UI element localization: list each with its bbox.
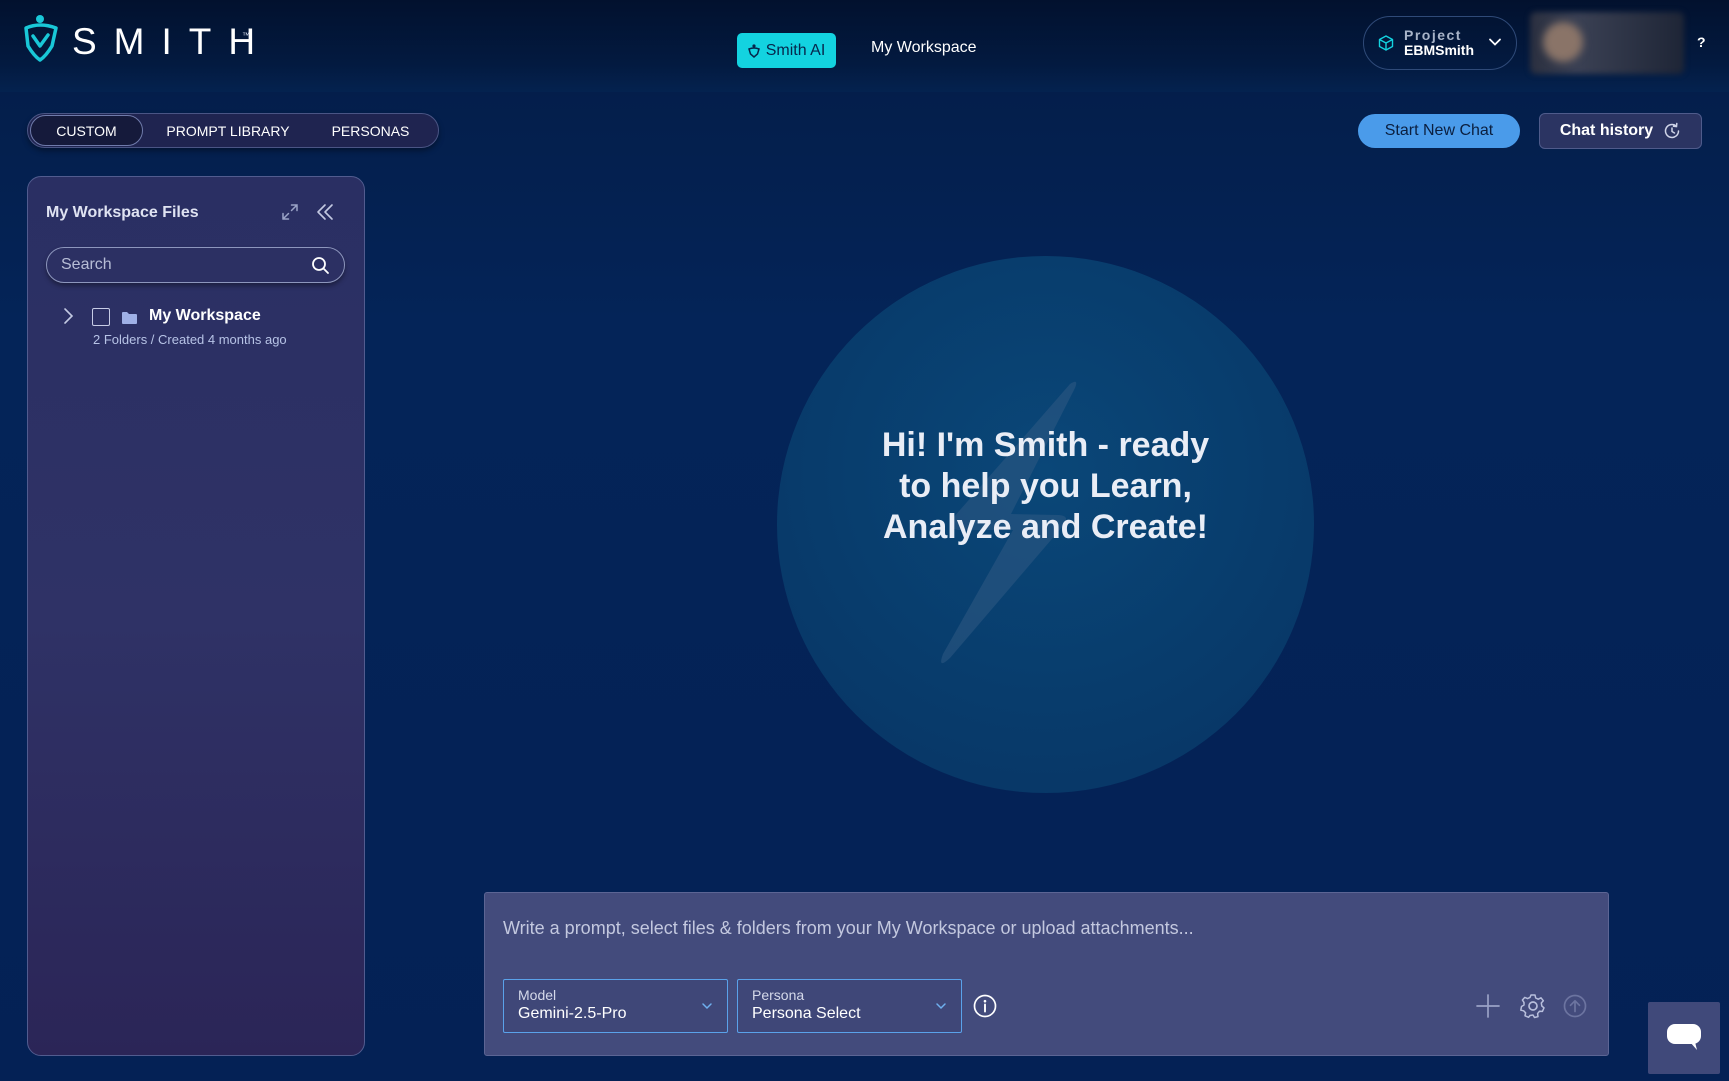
- tab-prompt-library[interactable]: PROMPT LIBRARY: [143, 115, 313, 146]
- gear-icon[interactable]: [1520, 993, 1546, 1019]
- history-icon: [1664, 122, 1680, 139]
- info-icon[interactable]: [973, 994, 997, 1018]
- search-icon[interactable]: [311, 256, 330, 275]
- project-selector[interactable]: Project EBMSmith: [1363, 16, 1517, 70]
- smith-ai-icon: [747, 43, 760, 58]
- folder-icon: [122, 312, 137, 324]
- brand-logo[interactable]: SMITH ™: [24, 14, 272, 66]
- chat-bubble-icon: [1667, 1024, 1701, 1050]
- start-new-chat-button[interactable]: Start New Chat: [1358, 114, 1520, 148]
- panel-title: My Workspace Files: [46, 204, 199, 221]
- tree-item-meta: 2 Folders / Created 4 months ago: [93, 332, 287, 347]
- chat-history-button[interactable]: Chat history: [1539, 113, 1702, 149]
- workspace-checkbox[interactable]: [92, 308, 110, 326]
- tree-item-name[interactable]: My Workspace: [149, 307, 261, 325]
- prompt-input[interactable]: [503, 913, 1593, 943]
- chevron-right-icon[interactable]: [62, 307, 74, 325]
- tab-personas[interactable]: PERSONAS: [313, 115, 428, 146]
- expand-icon[interactable]: [281, 203, 299, 221]
- model-select[interactable]: Model Gemini-2.5-Pro: [503, 979, 728, 1033]
- double-chevron-left-icon[interactable]: [315, 202, 335, 222]
- chevron-down-icon: [1489, 38, 1501, 46]
- support-chat-button[interactable]: [1648, 1002, 1720, 1074]
- model-value: Gemini-2.5-Pro: [518, 1005, 627, 1022]
- persona-value: Persona Select: [752, 1005, 861, 1022]
- chevron-down-icon: [936, 1003, 946, 1010]
- avatar: [1543, 22, 1583, 62]
- cube-icon: [1378, 35, 1394, 51]
- chevron-down-icon: [702, 1003, 712, 1010]
- nav-smith-ai-label: Smith AI: [765, 41, 826, 59]
- plus-icon[interactable]: [1476, 994, 1500, 1018]
- project-caption: Project: [1404, 27, 1462, 43]
- trademark: ™: [242, 31, 250, 40]
- persona-select[interactable]: Persona Persona Select: [737, 979, 962, 1033]
- send-arrow-icon[interactable]: [1563, 994, 1587, 1018]
- nav-my-workspace[interactable]: My Workspace: [871, 39, 977, 57]
- persona-caption: Persona: [752, 987, 805, 1003]
- brand-name: SMITH: [72, 21, 273, 62]
- shield-logo-icon: [24, 15, 58, 62]
- prompt-composer: Model Gemini-2.5-Pro Persona Persona Sel…: [484, 892, 1609, 1056]
- help-button[interactable]: ?: [1697, 34, 1706, 50]
- workspace-files-panel: My Workspace Files My Workspace 2 Folder…: [27, 176, 365, 1056]
- top-bar: SMITH ™ Smith AI My Workspace Project EB…: [0, 0, 1729, 92]
- nav-smith-ai[interactable]: Smith AI: [737, 33, 836, 68]
- chat-history-label: Chat history: [1559, 122, 1654, 139]
- welcome-message: Hi! I'm Smith - ready to help you Learn,…: [881, 426, 1210, 546]
- mode-tabs: CUSTOM PROMPT LIBRARY PERSONAS: [27, 113, 439, 148]
- search-input[interactable]: [61, 248, 301, 281]
- tab-custom[interactable]: CUSTOM: [30, 115, 143, 146]
- project-name: EBMSmith: [1404, 42, 1474, 58]
- file-search: [46, 247, 345, 283]
- model-caption: Model: [518, 987, 557, 1003]
